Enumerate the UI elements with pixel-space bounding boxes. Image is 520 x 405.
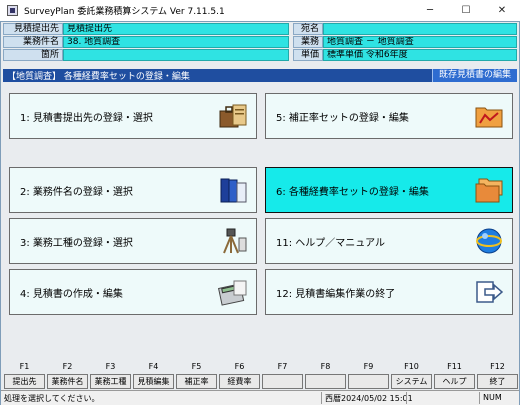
menu-item-correction-rate[interactable]: 5: 補正率セットの登録・編集 (265, 93, 513, 139)
status-datetime: 西暦2024/05/02 15:01 (325, 394, 413, 403)
menu-item-label: 11: ヘルプ／マニュアル (276, 237, 385, 249)
binders-icon (218, 175, 248, 205)
fkey-button[interactable] (348, 374, 389, 389)
menu-item-label: 3: 業務工種の登録・選択 (20, 237, 133, 249)
fkey-number: F10 (404, 362, 419, 371)
business-label: 業務 (293, 36, 323, 48)
menu-item-label: 1: 見積書提出先の登録・選択 (20, 112, 153, 124)
addressee-value (323, 23, 517, 35)
fkey-number: F12 (490, 362, 505, 371)
fkey-f10[interactable]: F10 システム (391, 362, 432, 390)
fkey-number: F4 (148, 362, 159, 371)
fkey-number: F9 (363, 362, 374, 371)
status-bar: 処理を選択してください。 西暦2024/05/02 15:01 NUM (1, 390, 519, 405)
window-title: SurveyPlan 委託業務積算システム Ver 7.11.5.1 (24, 7, 225, 17)
fkey-number: F11 (447, 362, 462, 371)
fkey-number: F7 (277, 362, 288, 371)
submitter-label: 見積提出先 (3, 23, 63, 35)
fkey-f11[interactable]: F11 ヘルプ (434, 362, 475, 390)
fkey-button[interactable]: システム (391, 374, 432, 389)
fkey-button[interactable]: 提出先 (4, 374, 45, 389)
fkey-button[interactable]: 見積編集 (133, 374, 174, 389)
menu-item-submitter[interactable]: 1: 見積書提出先の登録・選択 (9, 93, 257, 139)
status-divider (479, 392, 480, 404)
fkey-button[interactable]: 経費率 (219, 374, 260, 389)
menu-item-label: 4: 見積書の作成・編集 (20, 288, 123, 300)
survey-tools-icon (218, 226, 248, 256)
menu-item-help[interactable]: 11: ヘルプ／マニュアル (265, 218, 513, 264)
fkey-f7[interactable]: F7 (262, 362, 303, 390)
fkey-button[interactable] (262, 374, 303, 389)
fkey-button[interactable]: ヘルプ (434, 374, 475, 389)
numlock-indicator: NUM (483, 393, 502, 402)
fkey-number: F8 (320, 362, 331, 371)
fkey-f2[interactable]: F2 業務件名 (47, 362, 88, 390)
function-key-bar: F1 提出先 F2 業務件名 F3 業務工種 F4 見積編集 F5 補正率 F6… (3, 362, 518, 392)
fkey-button[interactable]: 終了 (477, 374, 518, 389)
menu-item-work-name[interactable]: 2: 業務件名の登録・選択 (9, 167, 257, 213)
fkey-number: F5 (191, 362, 202, 371)
fkey-f9[interactable]: F9 (348, 362, 389, 390)
status-divider (406, 392, 407, 404)
location-label: 箇所 (3, 49, 63, 61)
work-name-label: 業務件名 (3, 36, 63, 48)
info-row-1: 見積提出先 見積提出先 宛名 (3, 23, 517, 35)
menu-item-create-quote[interactable]: 4: 見積書の作成・編集 (9, 269, 257, 315)
info-row-3: 箇所 単価 標準単価 令和6年度 (3, 49, 517, 61)
folders-icon (474, 175, 504, 205)
status-divider (321, 392, 322, 404)
info-row-2: 業務件名 38. 地質調査 業務 地質調査 － 地質調査 (3, 36, 517, 48)
addressee-label: 宛名 (293, 23, 323, 35)
unit-price-value: 標準単価 令和6年度 (323, 49, 517, 61)
business-value: 地質調査 － 地質調査 (323, 36, 517, 48)
folder-chart-icon (474, 101, 504, 131)
menu-item-label: 12: 見積書編集作業の終了 (276, 288, 396, 300)
briefcase-icon (218, 101, 248, 131)
location-value (63, 49, 289, 61)
menu-item-label: 2: 業務件名の登録・選択 (20, 186, 133, 198)
menu-item-label: 6: 各種経費率セットの登録・編集 (276, 186, 429, 198)
fkey-f6[interactable]: F6 経費率 (219, 362, 260, 390)
menu-item-exit[interactable]: 12: 見積書編集作業の終了 (265, 269, 513, 315)
window-titlebar: SurveyPlan 委託業務積算システム Ver 7.11.5.1 ─ ☐ ✕ (0, 0, 520, 21)
submitter-value: 見積提出先 (63, 23, 289, 35)
fkey-f5[interactable]: F5 補正率 (176, 362, 217, 390)
unit-price-label: 単価 (293, 49, 323, 61)
work-name-value: 38. 地質調査 (63, 36, 289, 48)
fkey-f4[interactable]: F4 見積編集 (133, 362, 174, 390)
fkey-button[interactable] (305, 374, 346, 389)
calculator-icon (217, 277, 248, 307)
fkey-number: F6 (234, 362, 245, 371)
maximize-button[interactable]: ☐ (448, 0, 484, 21)
menu-item-work-type[interactable]: 3: 業務工種の登録・選択 (9, 218, 257, 264)
mode-title: 【地質調査】 各種経費率セットの登録・編集 (7, 72, 190, 82)
fkey-button[interactable]: 業務件名 (47, 374, 88, 389)
fkey-number: F2 (62, 362, 73, 371)
status-message: 処理を選択してください。 (4, 394, 100, 403)
fkey-f8[interactable]: F8 (305, 362, 346, 390)
fkey-button[interactable]: 補正率 (176, 374, 217, 389)
close-button[interactable]: ✕ (484, 0, 520, 21)
fkey-f3[interactable]: F3 業務工種 (90, 362, 131, 390)
exit-icon (474, 277, 504, 307)
fkey-f12[interactable]: F12 終了 (477, 362, 518, 390)
fkey-f1[interactable]: F1 提出先 (4, 362, 45, 390)
help-globe-icon (474, 226, 504, 256)
menu-item-label: 5: 補正率セットの登録・編集 (276, 112, 409, 124)
fkey-button[interactable]: 業務工種 (90, 374, 131, 389)
main-window: 見積提出先 見積提出先 宛名 業務件名 38. 地質調査 業務 地質調査 － 地… (0, 21, 520, 405)
minimize-button[interactable]: ─ (412, 0, 448, 21)
menu-item-expense-rate[interactable]: 6: 各種経費率セットの登録・編集 (265, 167, 513, 213)
fkey-number: F1 (19, 362, 30, 371)
fkey-number: F3 (105, 362, 116, 371)
existing-quote-button[interactable]: 既存見積書の編集 (431, 69, 517, 82)
app-icon (7, 5, 18, 16)
mode-bar: 【地質調査】 各種経費率セットの登録・編集 既存見積書の編集 (3, 69, 517, 82)
